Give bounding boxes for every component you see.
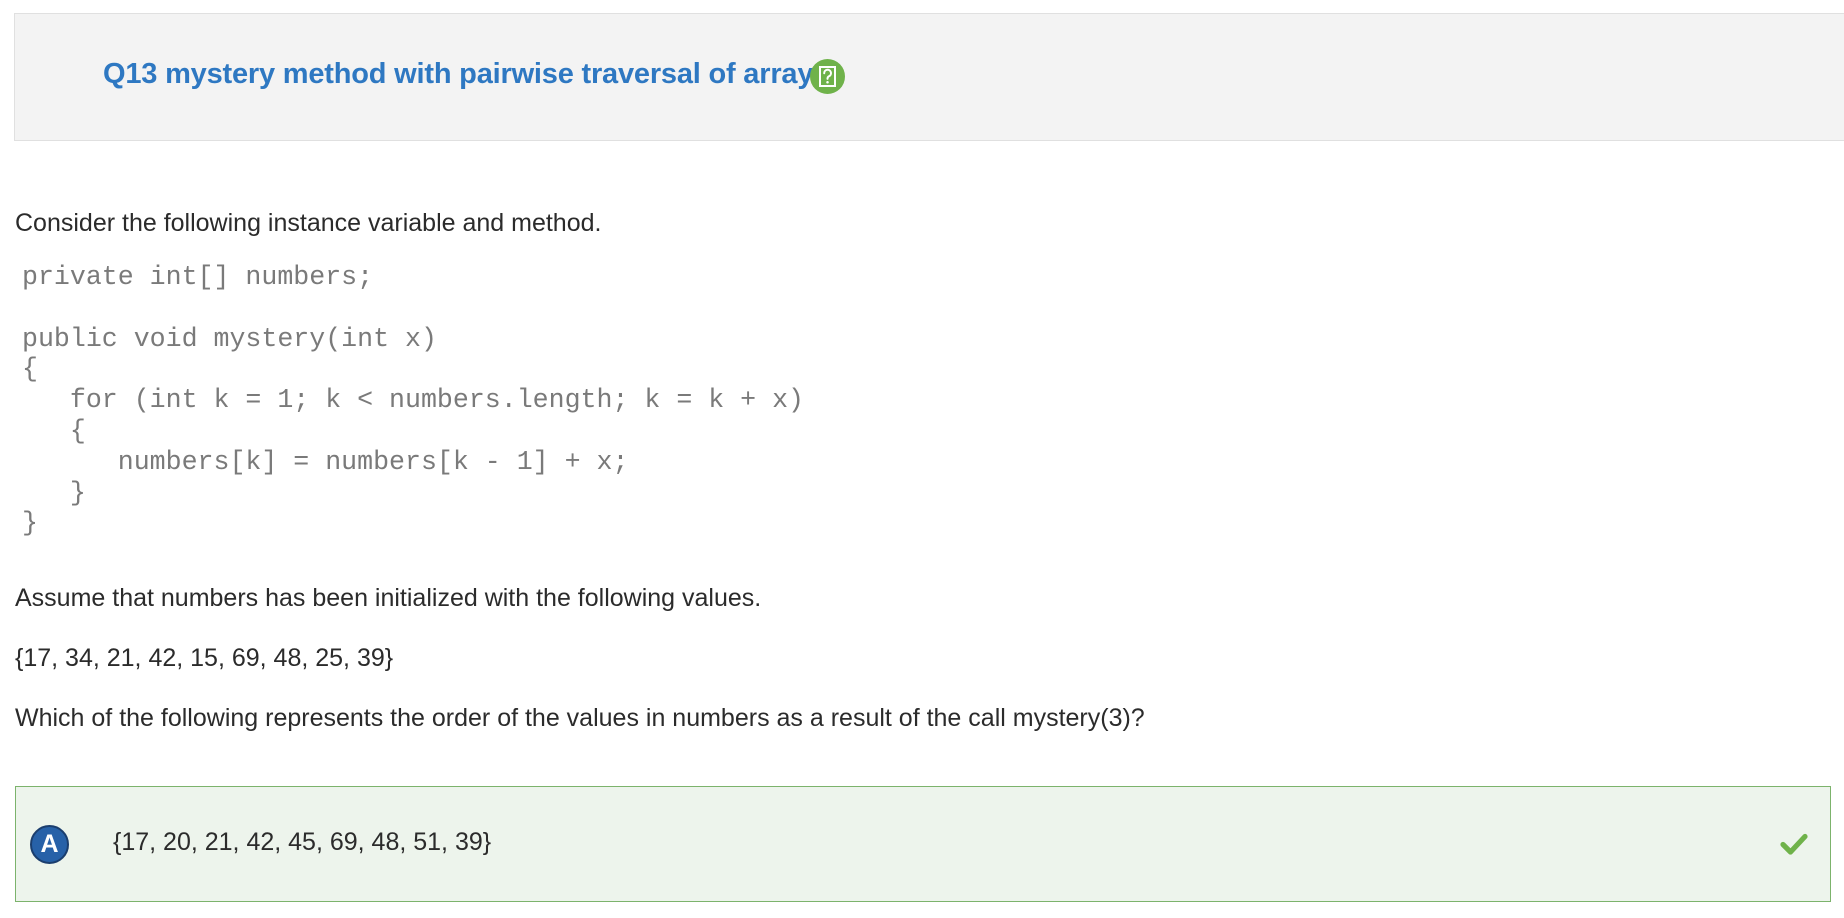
question-header: Q13 mystery method with pairwise travers… (14, 13, 1844, 141)
code-line: { (22, 354, 38, 385)
code-line: for (int k = 1; k < numbers.length; k = … (22, 385, 804, 416)
answer-text: {17, 20, 21, 42, 45, 69, 48, 51, 39} (113, 828, 492, 856)
help-question-icon[interactable] (810, 59, 845, 94)
code-line: } (22, 477, 86, 508)
question-assumption: Assume that numbers has been initialized… (15, 584, 762, 612)
checkmark-icon (1780, 832, 1808, 856)
code-block: private int[] numbers; public void myster… (22, 262, 804, 539)
code-line: public void mystery(int x) (22, 323, 437, 354)
answer-letter-badge: A (30, 825, 69, 864)
code-line: numbers[k] = numbers[k - 1] + x; (22, 446, 629, 477)
question-title: Q13 mystery method with pairwise travers… (103, 58, 814, 90)
answer-option-a[interactable]: A {17, 20, 21, 42, 45, 69, 48, 51, 39} (15, 786, 1831, 902)
initial-values: {17, 34, 21, 42, 15, 69, 48, 25, 39} (15, 644, 394, 672)
code-line: { (22, 415, 86, 446)
code-line: private int[] numbers; (22, 262, 374, 292)
question-prompt: Which of the following represents the or… (15, 704, 1145, 732)
question-intro: Consider the following instance variable… (15, 209, 602, 237)
code-line: } (22, 508, 38, 539)
